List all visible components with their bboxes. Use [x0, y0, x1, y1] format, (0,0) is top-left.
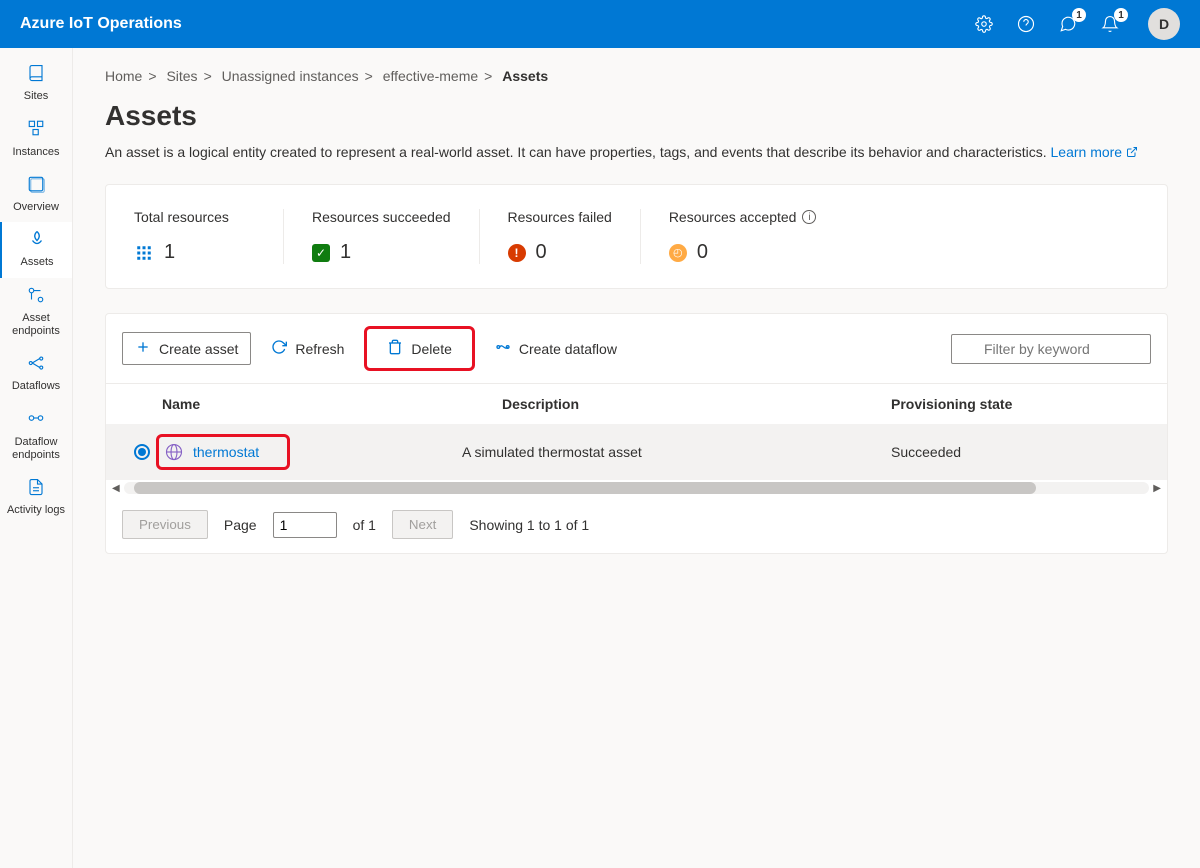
delete-button[interactable]: Delete: [375, 333, 463, 364]
page-description: An asset is a logical entity created to …: [105, 144, 1168, 160]
scroll-track[interactable]: [124, 482, 1150, 494]
row-description: A simulated thermostat asset: [462, 444, 891, 460]
sidebar-label: Dataflow endpoints: [4, 436, 68, 462]
sidebar-item-dataflows[interactable]: Dataflows: [0, 346, 72, 401]
refresh-button[interactable]: Refresh: [259, 333, 356, 364]
sidebar-label: Sites: [24, 90, 48, 103]
grid-icon: [134, 243, 154, 263]
sites-icon: [27, 64, 45, 86]
page-label: Page: [224, 517, 257, 533]
delete-highlight: Delete: [364, 326, 474, 371]
dataflows-icon: [27, 354, 45, 376]
breadcrumb-instance[interactable]: effective-meme: [383, 68, 478, 84]
stat-accepted: Resources accepted i ◴ 0: [641, 209, 845, 264]
scroll-thumb[interactable]: [134, 482, 1037, 494]
sidebar-label: Activity logs: [7, 504, 65, 517]
breadcrumb-current: Assets: [502, 68, 548, 84]
help-icon[interactable]: [1014, 12, 1038, 36]
sidebar-label: Overview: [13, 201, 59, 214]
scroll-right-icon[interactable]: ▶: [1153, 483, 1161, 494]
thermostat-highlight: thermostat: [156, 434, 290, 470]
sidebar-item-overview[interactable]: Overview: [0, 167, 72, 222]
check-icon: ✓: [312, 244, 330, 262]
create-asset-button[interactable]: Create asset: [122, 332, 251, 365]
previous-button[interactable]: Previous: [122, 510, 208, 539]
asset-globe-icon: [165, 443, 183, 461]
asset-link-thermostat[interactable]: thermostat: [165, 443, 259, 461]
breadcrumb-unassigned[interactable]: Unassigned instances: [222, 68, 359, 84]
main-content: Home> Sites> Unassigned instances> effec…: [73, 48, 1200, 868]
col-state[interactable]: Provisioning state: [891, 396, 1151, 412]
sidebar-label: Dataflows: [12, 380, 60, 393]
activity-logs-icon: [27, 478, 45, 500]
dataflow-endpoints-icon: [27, 409, 45, 431]
page-input[interactable]: [273, 512, 337, 538]
sidebar-item-dataflow-endpoints[interactable]: Dataflow endpoints: [0, 401, 72, 470]
feedback-icon[interactable]: 1: [1056, 12, 1080, 36]
assets-table-card: Create asset Refresh Delete Create dataf…: [105, 313, 1168, 554]
assets-icon: [28, 230, 46, 252]
learn-more-link[interactable]: Learn more: [1051, 144, 1139, 160]
stat-failed: Resources failed ! 0: [480, 209, 641, 264]
sidebar-item-sites[interactable]: Sites: [0, 56, 72, 111]
stats-card: Total resources 1 Resources succeeded ✓ …: [105, 184, 1168, 289]
sidebar-item-asset-endpoints[interactable]: Asset endpoints: [0, 278, 72, 347]
table-row[interactable]: thermostat A simulated thermostat asset …: [106, 424, 1167, 480]
sidebar-label: Asset endpoints: [4, 312, 68, 338]
next-button[interactable]: Next: [392, 510, 453, 539]
showing-text: Showing 1 to 1 of 1: [469, 517, 589, 533]
notifications-icon[interactable]: 1: [1098, 12, 1122, 36]
user-avatar[interactable]: D: [1148, 8, 1180, 40]
refresh-icon: [271, 339, 287, 358]
fail-icon: !: [508, 244, 526, 262]
sidebar-item-instances[interactable]: Instances: [0, 111, 72, 166]
info-icon[interactable]: i: [802, 210, 816, 224]
col-name[interactable]: Name: [162, 396, 502, 412]
sidebar: Sites Instances Overview Assets Asset en…: [0, 48, 73, 868]
clock-icon: ◴: [669, 244, 687, 262]
scroll-left-icon[interactable]: ◀: [112, 483, 120, 494]
filter-input[interactable]: [951, 334, 1151, 364]
stat-total: Total resources 1: [134, 209, 284, 264]
notification-badge: 1: [1114, 8, 1128, 22]
trash-icon: [387, 339, 403, 358]
instances-icon: [27, 119, 45, 141]
row-state: Succeeded: [891, 444, 1151, 460]
sidebar-label: Instances: [12, 146, 59, 159]
pagination: Previous Page of 1 Next Showing 1 to 1 o…: [106, 496, 1167, 553]
plus-icon: [135, 339, 151, 358]
settings-icon[interactable]: [972, 12, 996, 36]
app-title: Azure IoT Operations: [20, 15, 972, 33]
sidebar-item-activity-logs[interactable]: Activity logs: [0, 470, 72, 525]
create-dataflow-button[interactable]: Create dataflow: [483, 333, 629, 364]
table-header: Name Description Provisioning state: [106, 384, 1167, 424]
sidebar-label: Assets: [20, 256, 53, 269]
breadcrumb-sites[interactable]: Sites: [166, 68, 197, 84]
overview-icon: [27, 175, 45, 197]
asset-endpoints-icon: [27, 286, 45, 308]
stat-succeeded: Resources succeeded ✓ 1: [284, 209, 480, 264]
app-header: Azure IoT Operations 1 1 D: [0, 0, 1200, 48]
filter-wrap: [951, 334, 1151, 364]
dataflow-icon: [495, 339, 511, 358]
col-description[interactable]: Description: [502, 396, 891, 412]
page-of: of 1: [353, 517, 376, 533]
breadcrumb-home[interactable]: Home: [105, 68, 142, 84]
sidebar-item-assets[interactable]: Assets: [0, 222, 72, 277]
horizontal-scrollbar[interactable]: ◀ ▶: [106, 480, 1167, 496]
feedback-badge: 1: [1072, 8, 1086, 22]
toolbar: Create asset Refresh Delete Create dataf…: [106, 314, 1167, 384]
header-actions: 1 1 D: [972, 8, 1180, 40]
page-title: Assets: [105, 100, 1168, 132]
breadcrumb: Home> Sites> Unassigned instances> effec…: [105, 68, 1168, 84]
